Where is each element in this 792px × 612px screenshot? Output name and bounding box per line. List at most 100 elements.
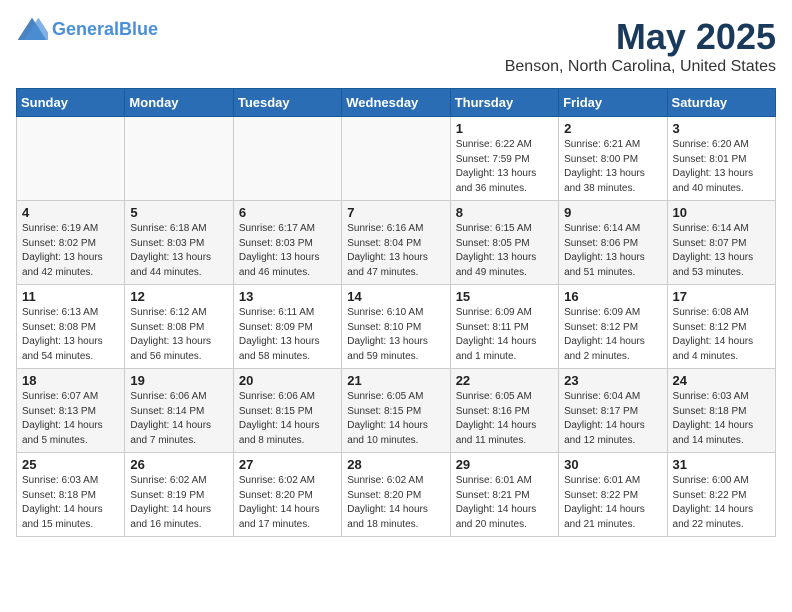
calendar-week-3: 11 Sunrise: 6:13 AMSunset: 8:08 PMDayligh…	[17, 285, 776, 369]
day-info: Sunrise: 6:13 AMSunset: 8:08 PMDaylight:…	[22, 306, 119, 364]
weekday-header-tuesday: Tuesday	[233, 89, 341, 117]
logo-icon	[16, 16, 48, 44]
calendar-cell: 12Sunrise: 6:12 AMSunset: 8:08 PMDayligh…	[125, 285, 233, 369]
calendar-cell: 25 Sunrise: 6:03 AMSunset: 8:18 PMDayligh…	[17, 453, 125, 537]
logo: GeneralBlue	[16, 16, 158, 44]
day-info: Sunrise: 6:05 AMSunset: 8:15 PMDaylight:…	[347, 390, 444, 448]
day-number: 5	[130, 205, 227, 220]
day-info: Sunrise: 6:15 AMSunset: 8:05 PMDaylight:…	[456, 222, 553, 280]
day-info: Sunrise: 6:21 AMSunset: 8:00 PMDaylight:…	[564, 138, 661, 196]
calendar-cell: 20 Sunrise: 6:06 AMSunset: 8:15 PMDayligh…	[233, 369, 341, 453]
day-info: Sunrise: 6:10 AMSunset: 8:10 PMDaylight:…	[347, 306, 444, 364]
day-number: 7	[347, 205, 444, 220]
day-info: Sunrise: 6:11 AMSunset: 8:09 PMDaylight:…	[239, 306, 336, 364]
calendar-cell	[125, 117, 233, 201]
calendar-cell: 21 Sunrise: 6:05 AMSunset: 8:15 PMDayligh…	[342, 369, 450, 453]
calendar-cell: 8Sunrise: 6:15 AMSunset: 8:05 PMDaylight…	[450, 201, 558, 285]
day-number: 2	[564, 121, 661, 136]
logo-text: GeneralBlue	[52, 19, 158, 41]
day-number: 4	[22, 205, 119, 220]
calendar-cell: 3 Sunrise: 6:20 AMSunset: 8:01 PMDaylight…	[667, 117, 775, 201]
day-info: Sunrise: 6:00 AMSunset: 8:22 PMDaylight:…	[673, 474, 770, 532]
calendar-table: SundayMondayTuesdayWednesdayThursdayFrid…	[16, 88, 776, 537]
month-title: May 2025	[505, 16, 776, 58]
calendar-cell: 27 Sunrise: 6:02 AMSunset: 8:20 PMDayligh…	[233, 453, 341, 537]
day-info: Sunrise: 6:22 AMSunset: 7:59 PMDaylight:…	[456, 138, 553, 196]
page-header: GeneralBlue May 2025 Benson, North Carol…	[16, 16, 776, 76]
day-number: 31	[673, 457, 770, 472]
day-number: 10	[673, 205, 770, 220]
calendar-cell	[342, 117, 450, 201]
calendar-cell: 31 Sunrise: 6:00 AMSunset: 8:22 PMDayligh…	[667, 453, 775, 537]
calendar-cell: 13 Sunrise: 6:11 AMSunset: 8:09 PMDayligh…	[233, 285, 341, 369]
day-info: Sunrise: 6:14 AMSunset: 8:07 PMDaylight:…	[673, 222, 770, 280]
title-block: May 2025 Benson, North Carolina, United …	[505, 16, 776, 76]
day-number: 23	[564, 373, 661, 388]
calendar-header: SundayMondayTuesdayWednesdayThursdayFrid…	[17, 89, 776, 117]
day-number: 27	[239, 457, 336, 472]
day-info: Sunrise: 6:06 AMSunset: 8:15 PMDaylight:…	[239, 390, 336, 448]
location-title: Benson, North Carolina, United States	[505, 58, 776, 76]
day-number: 6	[239, 205, 336, 220]
day-number: 11	[22, 289, 119, 304]
day-number: 25	[22, 457, 119, 472]
calendar-cell: 7 Sunrise: 6:16 AMSunset: 8:04 PMDaylight…	[342, 201, 450, 285]
day-info: Sunrise: 6:01 AMSunset: 8:21 PMDaylight:…	[456, 474, 553, 532]
calendar-cell: 22Sunrise: 6:05 AMSunset: 8:16 PMDayligh…	[450, 369, 558, 453]
day-number: 18	[22, 373, 119, 388]
day-info: Sunrise: 6:02 AMSunset: 8:19 PMDaylight:…	[130, 474, 227, 532]
day-number: 29	[456, 457, 553, 472]
day-info: Sunrise: 6:03 AMSunset: 8:18 PMDaylight:…	[673, 390, 770, 448]
day-number: 26	[130, 457, 227, 472]
calendar-cell: 1Sunrise: 6:22 AMSunset: 7:59 PMDaylight…	[450, 117, 558, 201]
calendar-cell: 24 Sunrise: 6:03 AMSunset: 8:18 PMDayligh…	[667, 369, 775, 453]
calendar-cell: 19Sunrise: 6:06 AMSunset: 8:14 PMDayligh…	[125, 369, 233, 453]
day-info: Sunrise: 6:09 AMSunset: 8:12 PMDaylight:…	[564, 306, 661, 364]
weekday-header-friday: Friday	[559, 89, 667, 117]
calendar-cell: 16 Sunrise: 6:09 AMSunset: 8:12 PMDayligh…	[559, 285, 667, 369]
day-number: 24	[673, 373, 770, 388]
calendar-cell: 17Sunrise: 6:08 AMSunset: 8:12 PMDayligh…	[667, 285, 775, 369]
calendar-cell	[17, 117, 125, 201]
day-number: 16	[564, 289, 661, 304]
day-number: 13	[239, 289, 336, 304]
calendar-cell: 2 Sunrise: 6:21 AMSunset: 8:00 PMDaylight…	[559, 117, 667, 201]
weekday-header-thursday: Thursday	[450, 89, 558, 117]
day-number: 20	[239, 373, 336, 388]
day-info: Sunrise: 6:17 AMSunset: 8:03 PMDaylight:…	[239, 222, 336, 280]
weekday-header-sunday: Sunday	[17, 89, 125, 117]
day-info: Sunrise: 6:04 AMSunset: 8:17 PMDaylight:…	[564, 390, 661, 448]
day-number: 28	[347, 457, 444, 472]
day-info: Sunrise: 6:19 AMSunset: 8:02 PMDaylight:…	[22, 222, 119, 280]
calendar-cell: 15Sunrise: 6:09 AMSunset: 8:11 PMDayligh…	[450, 285, 558, 369]
calendar-week-5: 25 Sunrise: 6:03 AMSunset: 8:18 PMDayligh…	[17, 453, 776, 537]
day-number: 12	[130, 289, 227, 304]
calendar-week-1: 1Sunrise: 6:22 AMSunset: 7:59 PMDaylight…	[17, 117, 776, 201]
day-info: Sunrise: 6:06 AMSunset: 8:14 PMDaylight:…	[130, 390, 227, 448]
calendar-body: 1Sunrise: 6:22 AMSunset: 7:59 PMDaylight…	[17, 117, 776, 537]
day-number: 21	[347, 373, 444, 388]
calendar-cell: 4 Sunrise: 6:19 AMSunset: 8:02 PMDaylight…	[17, 201, 125, 285]
calendar-cell: 10 Sunrise: 6:14 AMSunset: 8:07 PMDayligh…	[667, 201, 775, 285]
calendar-cell	[233, 117, 341, 201]
day-number: 3	[673, 121, 770, 136]
day-info: Sunrise: 6:14 AMSunset: 8:06 PMDaylight:…	[564, 222, 661, 280]
day-info: Sunrise: 6:07 AMSunset: 8:13 PMDaylight:…	[22, 390, 119, 448]
day-number: 22	[456, 373, 553, 388]
calendar-week-2: 4 Sunrise: 6:19 AMSunset: 8:02 PMDaylight…	[17, 201, 776, 285]
calendar-cell: 9Sunrise: 6:14 AMSunset: 8:06 PMDaylight…	[559, 201, 667, 285]
day-info: Sunrise: 6:03 AMSunset: 8:18 PMDaylight:…	[22, 474, 119, 532]
calendar-cell: 11 Sunrise: 6:13 AMSunset: 8:08 PMDayligh…	[17, 285, 125, 369]
day-info: Sunrise: 6:01 AMSunset: 8:22 PMDaylight:…	[564, 474, 661, 532]
day-info: Sunrise: 6:16 AMSunset: 8:04 PMDaylight:…	[347, 222, 444, 280]
weekday-row: SundayMondayTuesdayWednesdayThursdayFrid…	[17, 89, 776, 117]
day-info: Sunrise: 6:20 AMSunset: 8:01 PMDaylight:…	[673, 138, 770, 196]
day-number: 15	[456, 289, 553, 304]
day-info: Sunrise: 6:08 AMSunset: 8:12 PMDaylight:…	[673, 306, 770, 364]
day-number: 14	[347, 289, 444, 304]
day-number: 30	[564, 457, 661, 472]
day-info: Sunrise: 6:02 AMSunset: 8:20 PMDaylight:…	[239, 474, 336, 532]
calendar-cell: 23 Sunrise: 6:04 AMSunset: 8:17 PMDayligh…	[559, 369, 667, 453]
day-info: Sunrise: 6:02 AMSunset: 8:20 PMDaylight:…	[347, 474, 444, 532]
weekday-header-monday: Monday	[125, 89, 233, 117]
